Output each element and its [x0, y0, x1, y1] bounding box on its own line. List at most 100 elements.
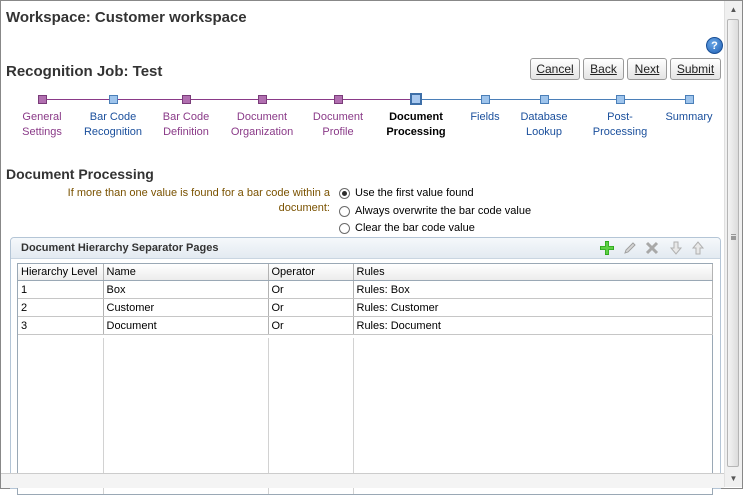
table-cell: Rules: Box [353, 280, 713, 299]
step-train: General Settings Bar Code Recognition Bar Co… [0, 92, 724, 142]
train-stop-label-line1: Document [236, 111, 288, 123]
train-connector [416, 99, 485, 100]
train-stop-label-line1: Summary [665, 111, 713, 123]
radio-always-overwrite[interactable]: Always overwrite the bar code value [339, 205, 531, 217]
train-stop-label-line1: General [22, 111, 62, 123]
panel-title: Document Hierarchy Separator Pages [21, 242, 219, 254]
table-header-row: Hierarchy Level Name Operator Rules [18, 264, 713, 281]
table-cell: Box [103, 280, 269, 299]
train-connector [113, 99, 186, 100]
train-stop-label-line2: Definition [163, 126, 209, 138]
next-button-label: Next [634, 62, 660, 76]
cancel-button-label: Cancel [536, 62, 574, 76]
column-divider [353, 338, 354, 494]
train-stop-label-line2: Organization [230, 126, 294, 138]
train-stop-label: Document Processing [376, 110, 456, 140]
train-stop-label-line1: Document [312, 111, 364, 123]
option-label: If more than one value is found for a ba… [67, 187, 330, 214]
scrollbar-grip [731, 234, 736, 236]
train-stop-label-line1: Bar Code [89, 111, 137, 123]
train-stop-label[interactable]: Document Organization [222, 110, 302, 140]
train-stop-label-line1: Document [389, 111, 443, 123]
radio-use-first[interactable]: Use the first value found [339, 187, 474, 199]
submit-button[interactable]: Submit [670, 58, 721, 80]
train-stop-marker[interactable] [257, 95, 267, 104]
table-cell: Or [268, 280, 354, 299]
train-stop-label[interactable]: Document Profile [298, 110, 378, 140]
scrollbar-thumb[interactable] [727, 19, 739, 467]
column-divider [268, 338, 269, 494]
train-stop-label-line2: Settings [22, 126, 62, 138]
train-stop-label-line2: Recognition [83, 126, 143, 138]
column-header[interactable]: Rules [353, 264, 713, 281]
train-stop-marker[interactable] [684, 95, 694, 104]
train-stop-marker[interactable] [480, 95, 490, 104]
scroll-up-icon[interactable]: ▲ [725, 1, 742, 18]
train-connector [485, 99, 544, 100]
workspace-title: Workspace: Customer workspace [6, 9, 247, 26]
train-stop-label-line2: Lookup [525, 126, 563, 138]
separator-pages-panel: Document Hierarchy Separator Pages Hiera… [10, 237, 721, 495]
train-stop-marker[interactable] [615, 95, 625, 104]
table-cell: 1 [18, 280, 104, 299]
submit-button-label: Submit [676, 62, 715, 76]
train-stop-label-line1: Database [520, 111, 568, 123]
radio-always-overwrite-label: Always overwrite the bar code value [355, 205, 532, 217]
horizontal-scrollbar[interactable] [1, 473, 724, 488]
help-icon[interactable]: ? [706, 37, 723, 54]
table-cell: 2 [18, 298, 104, 317]
table-cell: Rules: Document [353, 316, 713, 335]
section-title: Document Processing [6, 166, 154, 182]
train-connector [42, 99, 113, 100]
train-stop-label[interactable]: Bar Code Recognition [73, 110, 153, 140]
column-header[interactable]: Name [103, 264, 269, 281]
scroll-down-icon[interactable]: ▼ [725, 470, 742, 487]
back-button[interactable]: Back [583, 58, 624, 80]
hierarchy-table: Hierarchy Level Name Operator Rules 1 Bo… [17, 263, 713, 495]
radio-button[interactable] [339, 222, 350, 234]
radio-clear[interactable]: Clear the bar code value [339, 222, 475, 234]
train-connector [338, 99, 416, 100]
train-stop-label[interactable]: Post-Processing [580, 110, 660, 140]
train-connector [544, 99, 620, 100]
train-stop-label[interactable]: Summary [649, 110, 729, 125]
vertical-scrollbar[interactable]: ▲ ▼ [724, 1, 742, 487]
back-button-label: Back [590, 62, 617, 76]
table-row[interactable]: 2 Customer Or Rules: Customer [18, 298, 713, 317]
train-stop-marker[interactable] [108, 95, 118, 104]
train-stop-marker[interactable] [181, 95, 191, 104]
radio-button-selected[interactable] [339, 187, 350, 199]
train-stop-marker[interactable] [37, 95, 47, 104]
train-stop-label-line2: Processing [386, 126, 446, 138]
table-cell: Rules: Customer [353, 298, 713, 317]
train-stop-label-line2: Profile [322, 126, 354, 138]
move-up-icon[interactable] [690, 240, 706, 256]
train-stop-marker[interactable] [539, 95, 549, 104]
move-down-icon[interactable] [668, 240, 684, 256]
table-cell: Or [268, 316, 354, 335]
edit-icon[interactable] [622, 240, 638, 256]
column-divider [103, 338, 104, 494]
delete-icon[interactable] [644, 240, 660, 256]
train-stop-label[interactable]: General Settings [2, 110, 82, 140]
table-row[interactable]: 1 Box Or Rules: Box [18, 280, 713, 299]
train-stop-label[interactable]: Bar Code Definition [146, 110, 226, 140]
train-stop-marker[interactable] [333, 95, 343, 104]
train-connector [186, 99, 262, 100]
radio-button[interactable] [339, 205, 350, 217]
next-button[interactable]: Next [627, 58, 667, 80]
train-stop-label-line1: Post-Processing [592, 111, 648, 138]
column-header[interactable]: Operator [268, 264, 354, 281]
train-stop-label[interactable]: Database Lookup [504, 110, 584, 140]
table-row[interactable]: 3 Document Or Rules: Document [18, 316, 713, 335]
table-cell: Document [103, 316, 269, 335]
table-cell: 3 [18, 316, 104, 335]
train-stop-label-line1: Bar Code [162, 111, 210, 123]
radio-clear-label: Clear the bar code value [355, 222, 475, 234]
train-connector [262, 99, 338, 100]
column-header[interactable]: Hierarchy Level [18, 264, 104, 281]
table-cell: Or [268, 298, 354, 317]
cancel-button[interactable]: Cancel [530, 58, 580, 80]
job-title: Recognition Job: Test [6, 63, 163, 80]
add-icon[interactable] [599, 240, 615, 256]
